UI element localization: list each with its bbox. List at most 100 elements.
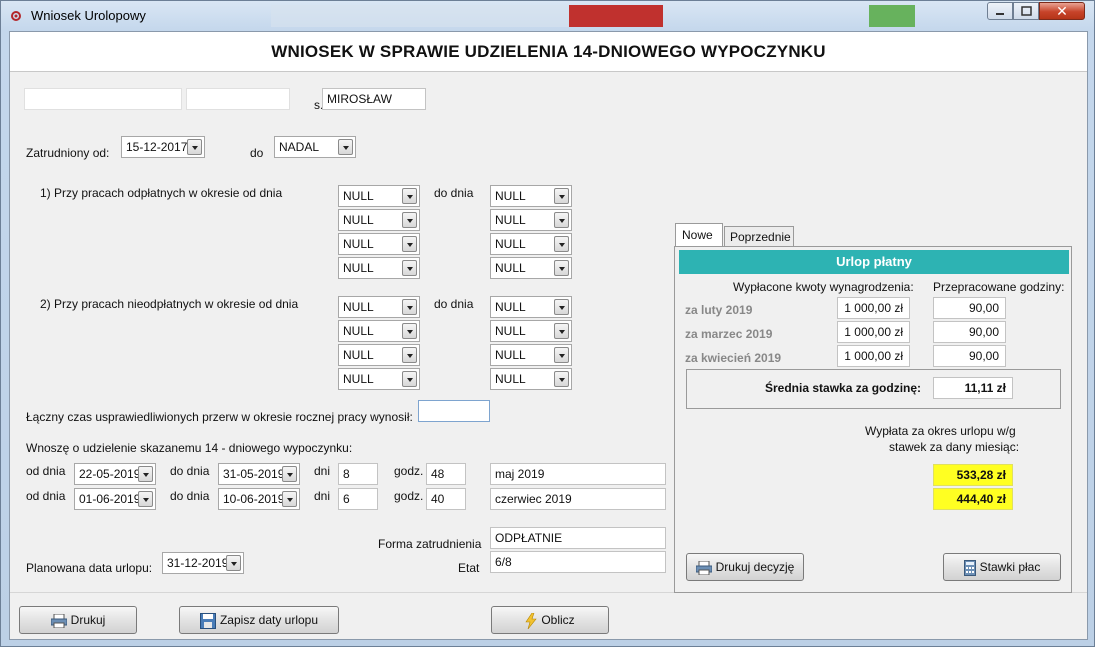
paid_periods-to-value: NULL [495, 237, 526, 251]
unpaid_periods-to-select[interactable]: NULL [490, 296, 572, 318]
paid_periods-from-select[interactable]: NULL [338, 233, 420, 255]
row1-days-field[interactable]: 8 [338, 463, 378, 485]
dropdown-arrow-icon [402, 299, 417, 315]
app-window: Wniosek Urolopowy ✕ WNIOSEK W SPRAWIE UD… [0, 0, 1095, 647]
breaks-input[interactable] [418, 400, 490, 422]
paid_periods-from-select[interactable]: NULL [338, 209, 420, 231]
employed-to-label: do [250, 146, 264, 160]
app-icon [11, 11, 21, 21]
employed-to-value: NADAL [279, 140, 320, 154]
payout-value: 444,40 zł [933, 488, 1013, 510]
paid_periods-to-value: NULL [495, 261, 526, 275]
last-name-field[interactable] [186, 88, 290, 110]
row2-from-date-select[interactable]: 01-06-2019 [74, 488, 156, 510]
planned-date-select[interactable]: 31-12-2019 [162, 552, 244, 574]
dropdown-arrow-icon [402, 212, 417, 228]
month-amount-field[interactable]: 1 000,00 zł [837, 297, 910, 319]
printer-icon [695, 560, 712, 575]
paid-periods-label: 1) Przy pracach odpłatnych w okresie od … [40, 186, 283, 200]
maximize-icon [1021, 6, 1032, 16]
month-amount-field[interactable]: 1 000,00 zł [837, 345, 910, 367]
window-title: Wniosek Urolopowy [31, 8, 146, 23]
paid_periods-to-select[interactable]: NULL [490, 257, 572, 279]
average-rate-box: Średnia stawka za godzinę: 11,11 zł [686, 369, 1061, 409]
average-rate-value: 11,11 zł [933, 377, 1013, 399]
calculate-button[interactable]: Oblicz [491, 606, 609, 634]
row2-hours-field[interactable]: 40 [426, 488, 466, 510]
row1-days-label: dni [314, 464, 331, 478]
unpaid_periods-from-select[interactable]: NULL [338, 320, 420, 342]
minimize-icon [996, 13, 1004, 15]
print-decision-button[interactable]: Drukuj decyzję [686, 553, 804, 581]
month-hours-field[interactable]: 90,00 [933, 345, 1006, 367]
unpaid_periods-from-select[interactable]: NULL [338, 368, 420, 390]
row1-month-field[interactable]: maj 2019 [490, 463, 666, 485]
title-bar[interactable]: Wniosek Urolopowy ✕ [1, 1, 1095, 31]
paid_periods-from-value: NULL [343, 261, 374, 275]
employed-to-select[interactable]: NADAL [274, 136, 356, 158]
tab-poprzednie[interactable]: Poprzednie [724, 226, 794, 246]
paid_periods-to-select[interactable]: NULL [490, 185, 572, 207]
month-hours-field[interactable]: 90,00 [933, 321, 1006, 343]
save-dates-button-label: Zapisz daty urlopu [219, 613, 319, 628]
row2-from-label: od dnia [26, 489, 66, 503]
dropdown-arrow-icon [402, 323, 417, 339]
unpaid_periods-from-value: NULL [343, 324, 374, 338]
print-button-label: Drukuj [70, 613, 106, 627]
paid_periods-to-select[interactable]: NULL [490, 233, 572, 255]
tab-nowe[interactable]: Nowe [675, 223, 723, 247]
dropdown-arrow-icon [402, 371, 417, 387]
row1-to-date-select[interactable]: 31-05-2019 [218, 463, 300, 485]
unpaid_periods-to-value: NULL [495, 300, 526, 314]
row1-to-date-value: 31-05-2019 [223, 467, 285, 481]
row1-to-label: do dnia [170, 464, 210, 478]
unpaid-periods-to-label: do dnia [434, 297, 474, 311]
save-dates-button[interactable]: Zapisz daty urlopu [179, 606, 339, 634]
floppy-disk-icon [199, 613, 216, 629]
row1-from-date-select[interactable]: 22-05-2019 [74, 463, 156, 485]
close-button[interactable]: ✕ [1039, 2, 1085, 20]
maximize-button[interactable] [1013, 2, 1039, 20]
dropdown-arrow-icon [402, 347, 417, 363]
employed-from-select[interactable]: 15-12-2017 [121, 136, 205, 158]
employment-form-field[interactable]: ODPŁATNIE [490, 527, 666, 549]
paid_periods-from-select[interactable]: NULL [338, 185, 420, 207]
row2-days-field[interactable]: 6 [338, 488, 378, 510]
lightning-icon [525, 613, 537, 629]
unpaid_periods-to-select[interactable]: NULL [490, 320, 572, 342]
month-amount-field[interactable]: 1 000,00 zł [837, 321, 910, 343]
average-rate-label: Średnia stawka za godzinę: [765, 381, 922, 395]
paid-periods-to-label: do dnia [434, 186, 474, 200]
row2-month-field[interactable]: czerwiec 2019 [490, 488, 666, 510]
form-client-area: WNIOSEK W SPRAWIE UDZIELENIA 14-DNIOWEGO… [9, 31, 1088, 640]
unpaid_periods-to-select[interactable]: NULL [490, 344, 572, 366]
row2-to-label: do dnia [170, 489, 210, 503]
paid_periods-from-select[interactable]: NULL [338, 257, 420, 279]
minimize-button[interactable] [987, 2, 1013, 20]
father-name-field[interactable]: MIROSŁAW [322, 88, 426, 110]
dropdown-arrow-icon [138, 491, 153, 507]
breaks-label: Łączny czas usprawiedliwionych przerw w … [26, 410, 413, 424]
payout-label-line2: stawek za dany miesiąc: [889, 440, 1020, 454]
row2-to-date-select[interactable]: 10-06-2019 [218, 488, 300, 510]
dropdown-arrow-icon [402, 188, 417, 204]
paid_periods-to-select[interactable]: NULL [490, 209, 572, 231]
unpaid_periods-from-select[interactable]: NULL [338, 296, 420, 318]
unpaid_periods-from-select[interactable]: NULL [338, 344, 420, 366]
etat-field[interactable]: 6/8 [490, 551, 666, 573]
row1-hours-field[interactable]: 48 [426, 463, 466, 485]
first-name-field[interactable] [24, 88, 182, 110]
unpaid_periods-to-value: NULL [495, 348, 526, 362]
dropdown-arrow-icon [402, 236, 417, 252]
unpaid_periods-to-select[interactable]: NULL [490, 368, 572, 390]
payout-label-line1: Wypłata za okres urlopu w/g [865, 424, 1016, 438]
paid-leave-panel: Urlop płatny Wypłacone kwoty wynagrodzen… [674, 246, 1072, 593]
form-title: WNIOSEK W SPRAWIE UDZIELENIA 14-DNIOWEGO… [271, 42, 826, 61]
pay-rates-button[interactable]: Stawki płac [943, 553, 1061, 581]
month-hours-field[interactable]: 90,00 [933, 297, 1006, 319]
employed-from-label: Zatrudniony od: [26, 146, 110, 160]
print-button[interactable]: Drukuj [19, 606, 137, 634]
background-window-strip [569, 5, 663, 27]
dropdown-arrow-icon [554, 260, 569, 276]
employed-from-value: 15-12-2017 [126, 140, 188, 154]
